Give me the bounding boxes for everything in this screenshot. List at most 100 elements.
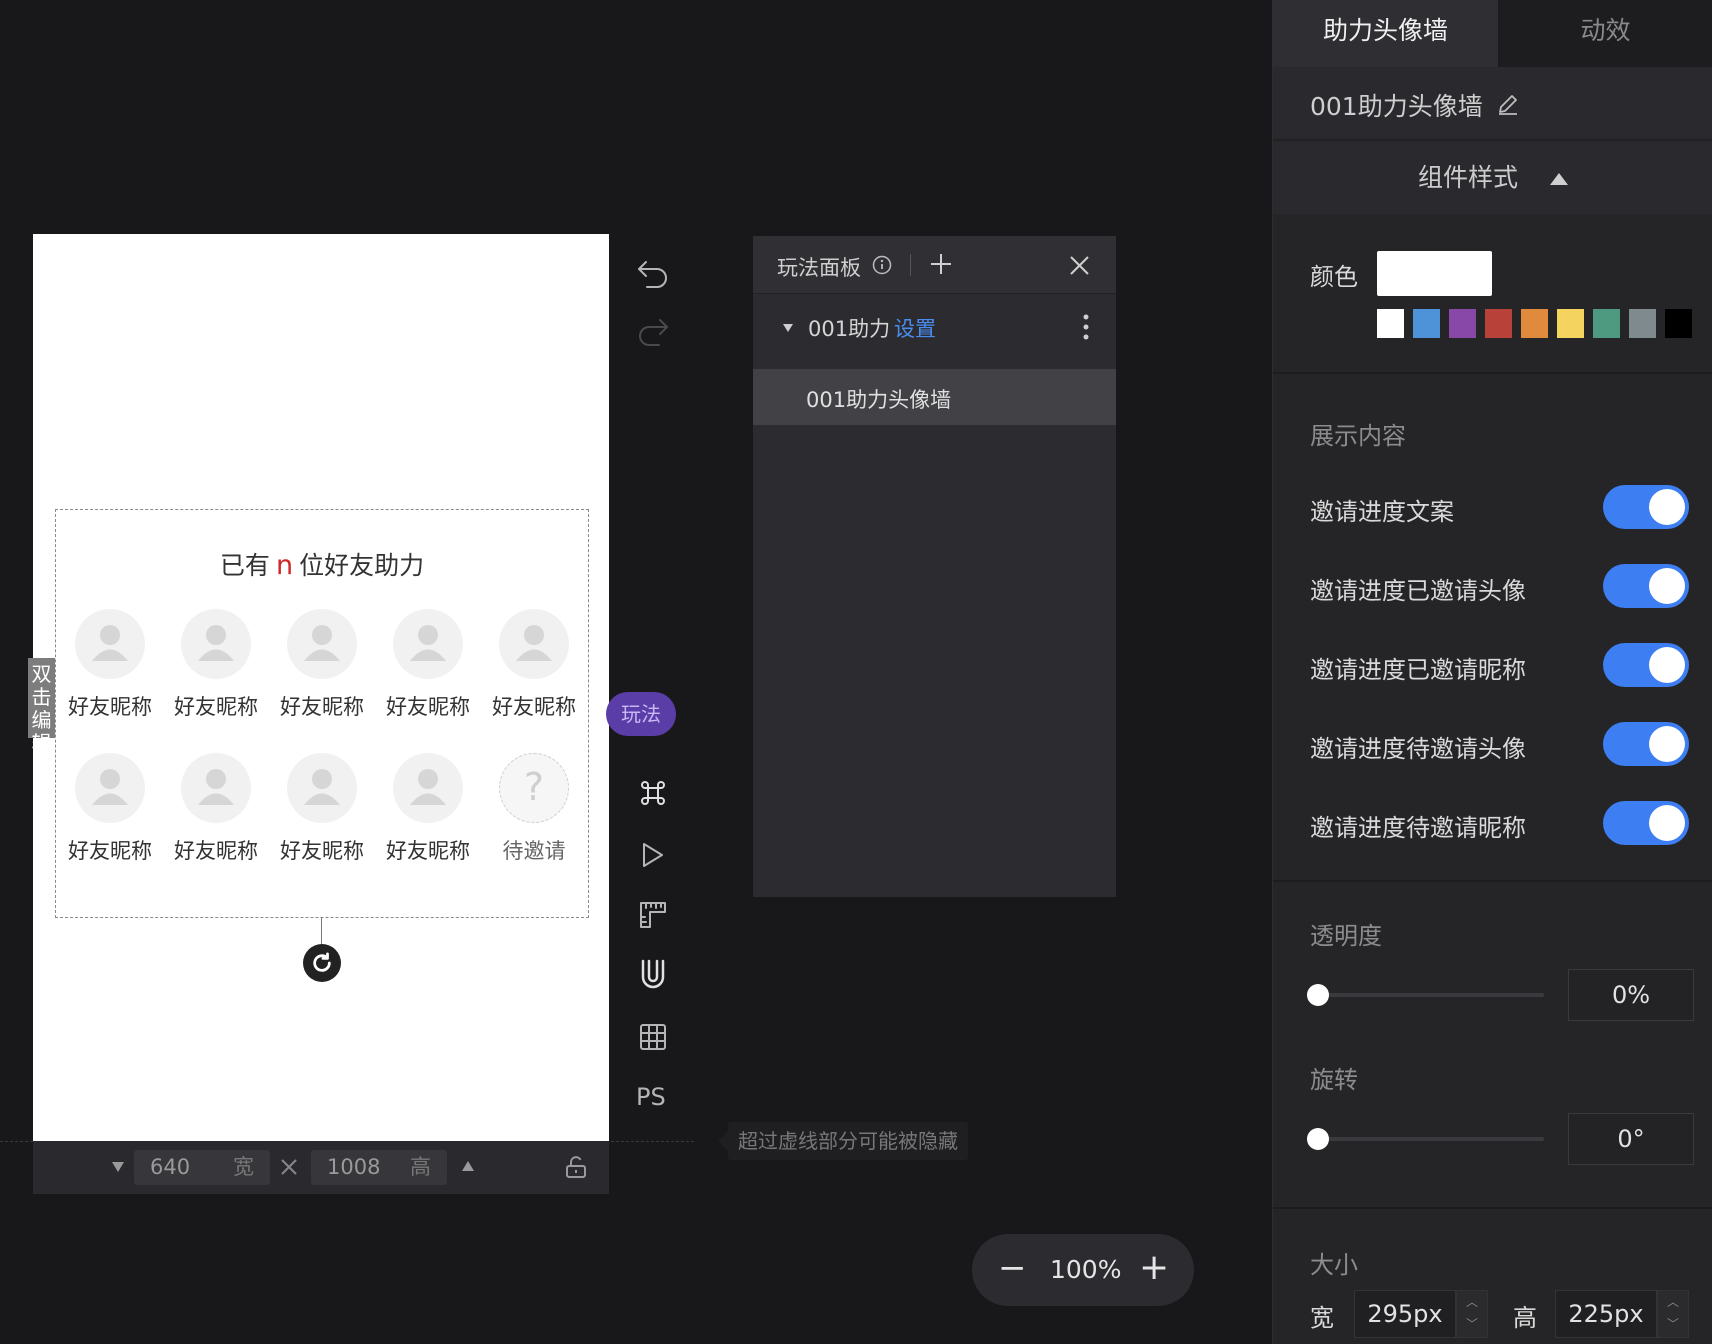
friend-nickname: 好友昵称 [386, 695, 470, 719]
collapse-up-icon[interactable] [1549, 173, 1568, 185]
header-divider [910, 254, 911, 276]
swatch-purple[interactable] [1449, 309, 1476, 338]
grid-icon[interactable] [636, 1020, 670, 1054]
avatar-placeholder-icon [287, 753, 357, 823]
phone-canvas[interactable]: 已有n位好友助力 好友昵称 好友昵称 好友昵称 好友昵称 好友昵称 好友昵称 [33, 234, 609, 1141]
magnet-snap-icon[interactable] [636, 958, 670, 992]
command-icon[interactable] [636, 776, 670, 810]
friend-slot: 好友昵称 [270, 753, 374, 865]
preset-dropdown-icon[interactable] [112, 1162, 124, 1172]
toggle-pending-nickname[interactable] [1603, 801, 1689, 845]
size-label: 大小 [1310, 1251, 1358, 1279]
tab-avatar-wall[interactable]: 助力头像墙 [1273, 0, 1498, 67]
width-stepper[interactable]: ︿ ﹀ [1456, 1290, 1488, 1338]
component-name: 001助力头像墙 [1310, 92, 1483, 121]
expand-caret-icon[interactable] [783, 324, 793, 332]
style-section-title: 组件样式 [1418, 163, 1519, 192]
height-stepper[interactable]: ︿ ﹀ [1657, 1290, 1689, 1338]
height-input[interactable]: 225px [1555, 1290, 1657, 1338]
rotation-slider[interactable] [1307, 1128, 1544, 1150]
edit-pencil-icon[interactable] [1496, 92, 1520, 116]
toggle-invited-nickname[interactable] [1603, 643, 1689, 687]
avatar-placeholder-icon [75, 609, 145, 679]
opacity-slider[interactable] [1307, 984, 1544, 1006]
swatch-red[interactable] [1485, 309, 1512, 338]
section-divider [1273, 1207, 1712, 1209]
unlock-icon[interactable] [565, 1155, 587, 1179]
undo-icon[interactable] [636, 256, 670, 290]
play-mode-button[interactable]: 玩法 [606, 692, 676, 736]
zoom-in-button[interactable]: + [1139, 1244, 1169, 1292]
color-label: 颜色 [1310, 263, 1358, 291]
layer-item-name: 001助力头像墙 [806, 388, 952, 412]
info-icon[interactable] [872, 255, 892, 275]
toggle-label: 邀请进度待邀请昵称 [1310, 814, 1526, 842]
avatar-placeholder-icon [499, 609, 569, 679]
color-picker-preview[interactable] [1377, 251, 1492, 296]
friend-slot: 好友昵称 [376, 753, 480, 865]
avatar-placeholder-icon [181, 753, 251, 823]
canvas-height-value: 1008 [327, 1155, 381, 1179]
friend-nickname: 好友昵称 [492, 695, 576, 719]
friend-slot: 好友昵称 [482, 609, 586, 721]
width-input[interactable]: 295px [1354, 1290, 1456, 1338]
toggle-pending-avatar[interactable] [1603, 722, 1689, 766]
tab-animation[interactable]: 动效 [1498, 0, 1712, 67]
friend-slot: 好友昵称 [376, 609, 480, 721]
friend-nickname: 好友昵称 [280, 695, 364, 719]
ruler-icon[interactable] [636, 898, 670, 932]
swatch-blue[interactable] [1413, 309, 1440, 338]
width-label: 宽 [1310, 1304, 1334, 1332]
swatch-yellow[interactable] [1557, 309, 1584, 338]
swatch-white[interactable] [1377, 309, 1404, 338]
swatch-gray[interactable] [1629, 309, 1656, 338]
collapse-up-icon[interactable] [462, 1161, 474, 1171]
swatch-orange[interactable] [1521, 309, 1548, 338]
canvas-size-bar: 640 宽 1008 高 [33, 1141, 609, 1194]
layer-group-settings-link[interactable]: 设置 [894, 313, 936, 343]
close-icon[interactable] [1070, 256, 1089, 275]
component-name-row: 001助力头像墙 [1273, 67, 1712, 140]
friend-slot: 好友昵称 [58, 609, 162, 721]
swatch-black[interactable] [1665, 309, 1692, 338]
pending-label: 待邀请 [502, 839, 566, 863]
toggle-invited-avatar[interactable] [1603, 564, 1689, 608]
opacity-input[interactable]: 0% [1568, 969, 1694, 1021]
double-click-edit-tab[interactable]: 双击编辑 [28, 658, 55, 755]
toggle-label: 邀请进度文案 [1310, 498, 1454, 526]
opacity-label: 透明度 [1310, 922, 1382, 950]
canvas-width-value: 640 [150, 1155, 191, 1179]
rotate-handle-stem [321, 917, 322, 947]
rotation-slider-handle[interactable] [1307, 1128, 1329, 1150]
rotation-input[interactable]: 0° [1568, 1113, 1694, 1165]
zoom-out-button[interactable]: − [998, 1246, 1027, 1290]
avatar-placeholder-icon [181, 609, 251, 679]
rotate-handle-icon[interactable] [303, 944, 341, 982]
avatar-wall-widget[interactable]: 已有n位好友助力 好友昵称 好友昵称 好友昵称 好友昵称 好友昵称 好友昵称 [55, 509, 589, 918]
more-vertical-icon[interactable] [1083, 314, 1089, 340]
swatch-green[interactable] [1593, 309, 1620, 338]
add-icon[interactable] [930, 253, 952, 275]
toggle-label: 邀请进度已邀请昵称 [1310, 656, 1526, 684]
hidden-area-hint: 超过虚线部分可能被隐藏 [718, 1122, 968, 1160]
toggle-invite-progress-text[interactable] [1603, 485, 1689, 529]
properties-panel: 助力头像墙 动效 001助力头像墙 组件样式 颜色 展示内容 邀请进度文案 邀请… [1272, 0, 1712, 1344]
rotation-label: 旋转 [1310, 1066, 1358, 1094]
canvas-height-field[interactable]: 1008 高 [311, 1150, 447, 1185]
layer-item-row[interactable]: 001助力头像墙 [753, 369, 1116, 425]
layer-group-row[interactable]: 001助力 设置 [753, 294, 1116, 360]
height-label: 高 [1513, 1304, 1537, 1332]
preview-play-icon[interactable] [636, 838, 670, 872]
avatar-placeholder-icon [287, 609, 357, 679]
layer-group-name: 001助力 [808, 317, 891, 341]
widget-title: 已有 n 位好友助力 [56, 546, 588, 582]
canvas-width-field[interactable]: 640 宽 [134, 1150, 270, 1185]
cross-icon [281, 1159, 297, 1175]
friend-nickname: 好友昵称 [68, 695, 152, 719]
question-mark-icon: ? [499, 753, 569, 823]
redo-icon[interactable] [636, 314, 670, 348]
canvas-width-unit: 宽 [233, 1155, 254, 1179]
ps-import-button[interactable]: PS [636, 1083, 666, 1111]
opacity-slider-handle[interactable] [1307, 984, 1329, 1006]
style-section-header[interactable]: 组件样式 [1273, 142, 1712, 214]
